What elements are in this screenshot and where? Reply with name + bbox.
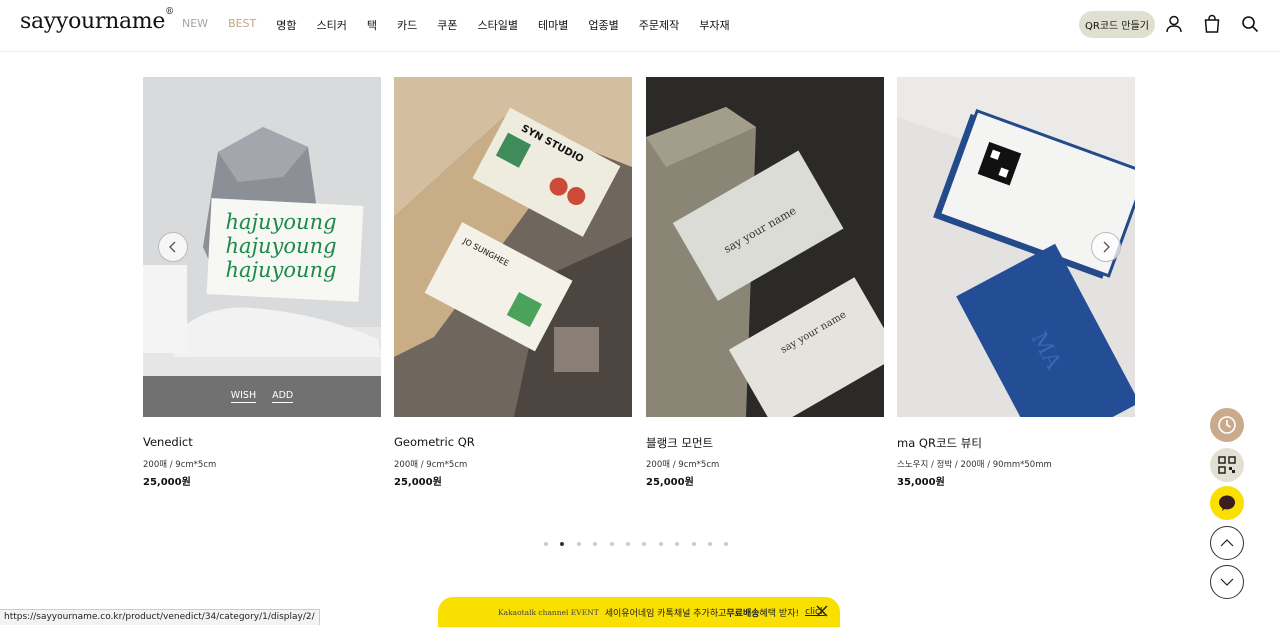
image-text-3: hajuyoung (225, 258, 336, 282)
recent-clock-icon (1218, 416, 1236, 434)
pagination-dot[interactable] (675, 542, 680, 546)
pagination-dot[interactable] (724, 542, 729, 546)
product-spec: 200매 / 9cm*5cm (394, 460, 468, 470)
product-name[interactable]: Venedict (143, 435, 193, 449)
nav-coupon[interactable]: 쿠폰 (437, 17, 457, 33)
pagination-dot[interactable] (609, 542, 614, 546)
banner-event-label: Kakaotalk channel EVENT (498, 607, 599, 617)
chevron-left-icon (169, 241, 176, 253)
pagination-dot[interactable] (642, 542, 647, 546)
scroll-top-button[interactable] (1210, 526, 1244, 560)
product-card-geometric-qr[interactable]: SYN STUDIO JO SUNGHEE Geometric QR 200매 … (394, 77, 632, 488)
qr-code-button[interactable] (1210, 448, 1244, 482)
pagination-dot[interactable] (707, 542, 712, 546)
product-name[interactable]: Geometric QR (394, 435, 475, 449)
product-price: 25,000원 (646, 477, 694, 488)
add-button[interactable]: ADD (272, 390, 294, 403)
recent-view-button[interactable] (1210, 408, 1244, 442)
product-card-blank-moment[interactable]: say your name say your name 블랭크 모먼트 200매… (646, 77, 884, 488)
nav-sticker[interactable]: 스티커 (317, 17, 347, 33)
chevron-right-icon (1103, 241, 1110, 253)
nav-tag[interactable]: 택 (367, 17, 377, 33)
search-icon[interactable] (1240, 14, 1260, 34)
pagination-dot[interactable] (544, 542, 548, 546)
image-text-1: hajuyoung (225, 210, 336, 234)
user-icon[interactable] (1164, 14, 1184, 34)
close-icon[interactable] (816, 605, 828, 617)
scroll-up-icon (1220, 539, 1234, 547)
product-photo-blank-moment: say your name say your name (646, 77, 884, 417)
nav-best[interactable]: BEST (228, 17, 256, 33)
qr-code-icon (1218, 456, 1236, 474)
slider-prev-button[interactable] (158, 232, 188, 262)
nav-new[interactable]: NEW (182, 17, 208, 33)
nav-supplies[interactable]: 부자재 (699, 17, 729, 33)
pagination-dot[interactable] (576, 542, 581, 546)
nav-by-style[interactable]: 스타일별 (478, 17, 518, 33)
banner-text-pre: 세이유어네임 카톡채널 추가하고 (604, 608, 727, 619)
banner-text-post: 혜택 받자! (759, 608, 800, 619)
scroll-bottom-button[interactable] (1210, 565, 1244, 599)
product-spec: 200매 / 9cm*5cm (143, 460, 217, 470)
image-text-2: hajuyoung (225, 234, 336, 258)
product-price: 25,000원 (394, 477, 442, 488)
nav-business-card[interactable]: 명함 (276, 17, 296, 33)
logo[interactable]: sayyourname® (20, 7, 174, 34)
pagination-dot[interactable] (625, 542, 630, 546)
kakao-chat-icon (1219, 495, 1235, 511)
hover-overlay: WISH ADD (143, 376, 381, 417)
kakao-event-banner[interactable]: Kakaotalk channel EVENT 세이유어네임 카톡채널 추가하고… (438, 597, 840, 627)
nav-card[interactable]: 카드 (397, 17, 417, 33)
product-image[interactable]: say your name say your name (646, 77, 884, 417)
pagination-dot[interactable] (593, 542, 598, 546)
bag-icon[interactable] (1202, 14, 1222, 34)
pagination-dot[interactable] (691, 542, 696, 546)
site-header: sayyourname® NEW BEST 명함 스티커 택 카드 쿠폰 스타일… (0, 0, 1280, 52)
browser-status-url: https://sayyourname.co.kr/product/venedi… (0, 609, 320, 625)
kakao-chat-button[interactable] (1210, 486, 1244, 520)
slider-pagination (544, 542, 741, 546)
banner-text-bold: 무료배송 (726, 608, 760, 619)
product-spec: 200매 / 9cm*5cm (646, 460, 720, 470)
main-nav: NEW BEST 명함 스티커 택 카드 쿠폰 스타일별 테마별 업종별 주문제… (182, 17, 750, 33)
product-price: 35,000원 (897, 477, 945, 488)
nav-custom-order[interactable]: 주문제작 (639, 17, 679, 33)
qr-code-maker-button[interactable]: QR코드 만들기 (1079, 11, 1155, 38)
slider-next-button[interactable] (1091, 232, 1121, 262)
pagination-dot[interactable] (560, 542, 565, 546)
product-image[interactable]: SYN STUDIO JO SUNGHEE (394, 77, 632, 417)
nav-by-theme[interactable]: 테마별 (538, 17, 568, 33)
product-spec: 스노우지 / 정박 / 200매 / 90mm*50mm (897, 460, 1052, 470)
product-name[interactable]: 블랭크 모먼트 (646, 435, 713, 451)
product-photo-geometric-qr: SYN STUDIO JO SUNGHEE (394, 77, 632, 417)
product-price: 25,000원 (143, 477, 191, 488)
nav-by-industry[interactable]: 업종별 (588, 17, 618, 33)
scroll-down-icon (1220, 578, 1234, 586)
pagination-dot[interactable] (658, 542, 663, 546)
product-name[interactable]: ma QR코드 뷰티 (897, 435, 982, 451)
wish-button[interactable]: WISH (230, 390, 257, 403)
